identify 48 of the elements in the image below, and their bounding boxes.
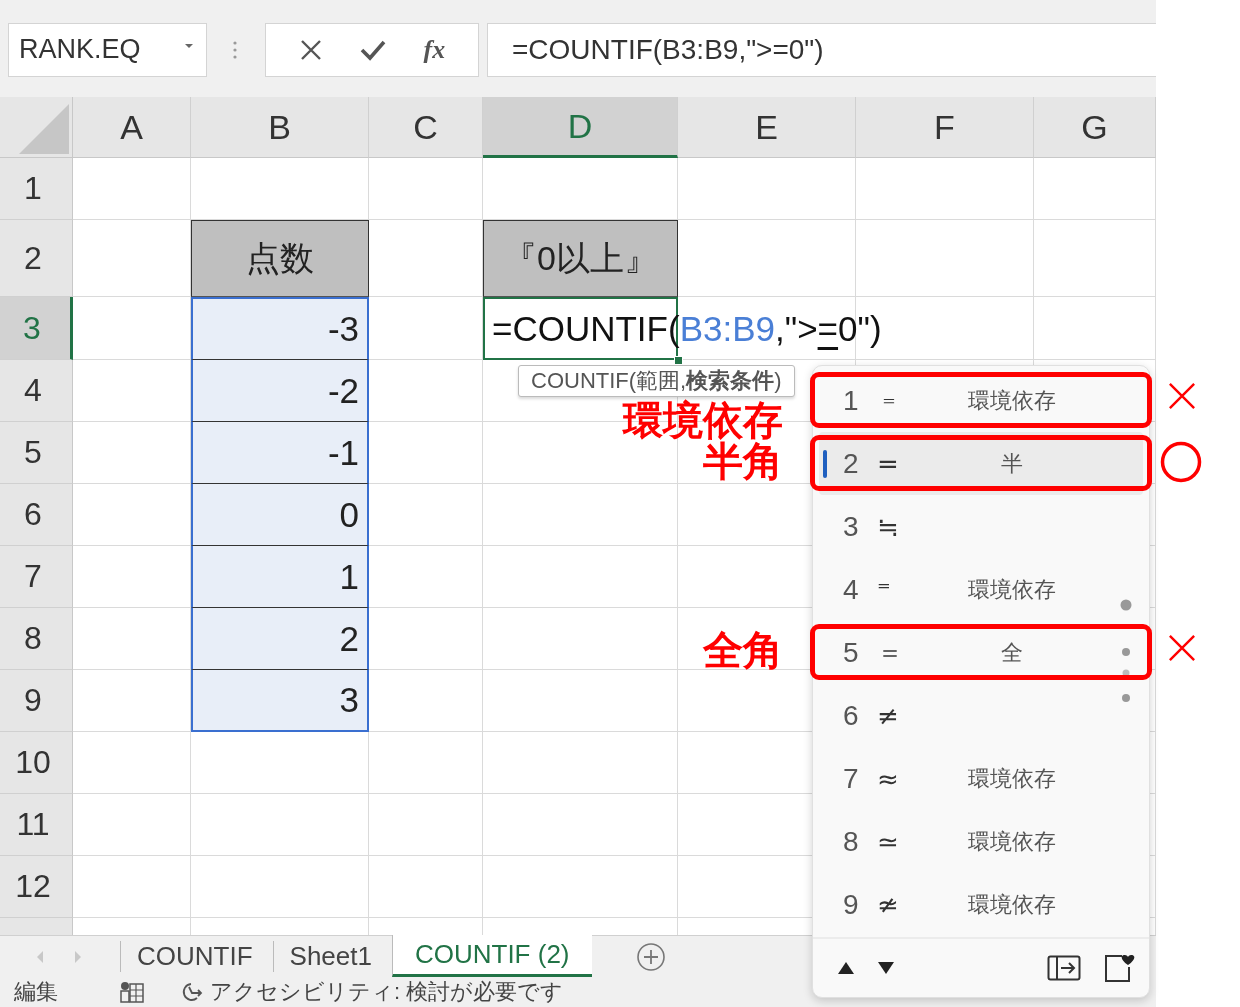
candidate-item[interactable]: 1 ﹦ 環境依存 (813, 369, 1149, 432)
column-header[interactable]: E (678, 97, 856, 158)
row-header[interactable]: 7 (0, 546, 73, 608)
candidate-item[interactable]: 6 ≠ (813, 684, 1149, 747)
row-header[interactable]: 12 (0, 856, 73, 918)
row-header[interactable]: 6 (0, 484, 73, 546)
table-cell[interactable]: 2 (191, 608, 369, 670)
header-cell[interactable]: 点数 (191, 220, 369, 297)
table-cell[interactable]: 0 (191, 484, 369, 546)
table-cell[interactable]: -2 (191, 360, 369, 422)
column-header[interactable]: F (856, 97, 1034, 158)
row-header[interactable]: 10 (0, 732, 73, 794)
status-mode: 編集 (14, 978, 58, 1006)
row-header[interactable]: 3 (0, 297, 73, 360)
accessibility-status[interactable]: アクセシビリティ: 検討が必要です (210, 977, 564, 1007)
candidate-item[interactable]: 5 ＝ 全 (813, 621, 1149, 684)
table-cell[interactable]: -1 (191, 422, 369, 484)
table-cell[interactable]: 3 (191, 670, 369, 732)
row-header[interactable]: 9 (0, 670, 73, 732)
candidate-item[interactable]: 4 ⁼ 環境依存 (813, 558, 1149, 621)
sheet-tab[interactable]: COUNTIF (120, 941, 273, 972)
column-header[interactable]: C (369, 97, 483, 158)
column-header[interactable]: B (191, 97, 369, 158)
annotation-label: 半角 (703, 439, 783, 483)
candidate-item[interactable]: 3 ≒ (813, 495, 1149, 558)
sheet-tab[interactable]: Sheet1 (272, 941, 392, 972)
table-cell[interactable]: 1 (191, 546, 369, 608)
annotation-label: 環境依存 (623, 398, 783, 442)
sheet-tab[interactable]: COUNTIF (2) (391, 935, 592, 977)
formula-field[interactable]: =COUNTIF(B3:B9,">=0") (487, 22, 1156, 77)
function-tooltip: COUNTIF(範囲,検索条件) (518, 365, 795, 397)
column-header[interactable]: A (73, 97, 191, 158)
name-box[interactable]: RANK.EQ (8, 22, 207, 77)
insert-function-button[interactable]: fx (423, 34, 446, 65)
column-header[interactable]: D (483, 97, 678, 158)
row-header[interactable]: 8 (0, 608, 73, 670)
row-header[interactable]: 1 (0, 158, 73, 220)
candidate-item[interactable]: 9 ≄ 環境依存 (813, 873, 1149, 936)
candidate-item[interactable]: 8 ≃ 環境依存 (813, 810, 1149, 873)
table-cell[interactable]: -3 (191, 297, 369, 360)
annotation-label: 全角 (703, 628, 783, 672)
row-header[interactable]: 4 (0, 360, 73, 422)
candidate-item[interactable]: 7 ≈ 環境依存 (813, 747, 1149, 810)
column-header[interactable]: G (1034, 97, 1156, 158)
row-header[interactable]: 11 (0, 794, 73, 856)
row-header[interactable]: 2 (0, 220, 73, 297)
row-header[interactable]: 5 (0, 422, 73, 484)
header-cell[interactable]: 『0以上』 (483, 220, 678, 297)
